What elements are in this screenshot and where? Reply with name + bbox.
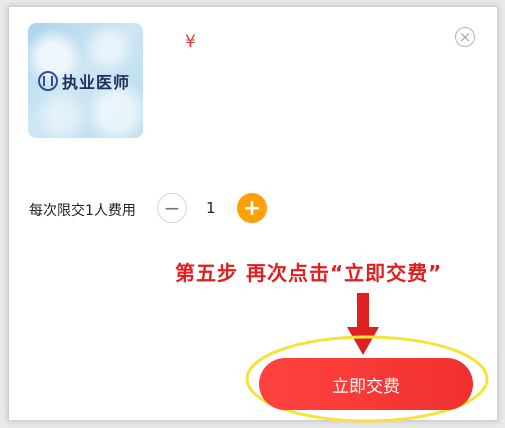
instruction-annotation: 第五步 再次点击“立即交费” (175, 261, 443, 285)
increase-quantity-button[interactable]: + (237, 193, 267, 223)
plus-icon: + (242, 195, 262, 221)
close-button[interactable]: × (455, 27, 475, 47)
product-image-title: 执业医师 (62, 73, 131, 92)
decrease-quantity-button[interactable]: − (157, 193, 187, 223)
purchase-sheet: 执业医师 ¥ × 每次限交1人费用 − 1 + 第五步 再次点击“立即交费” 立… (8, 6, 498, 423)
quantity-value: 1 (206, 199, 216, 217)
pay-now-button[interactable]: 立即交费 (259, 358, 473, 410)
product-logo: 执业医师 (38, 69, 130, 93)
quantity-label: 每次限交1人费用 (29, 203, 136, 219)
medical-emblem-icon (38, 71, 58, 91)
price: ¥ (185, 32, 196, 52)
close-icon: × (458, 27, 472, 46)
product-image: 执业医师 (28, 23, 143, 138)
minus-icon: − (163, 196, 181, 220)
